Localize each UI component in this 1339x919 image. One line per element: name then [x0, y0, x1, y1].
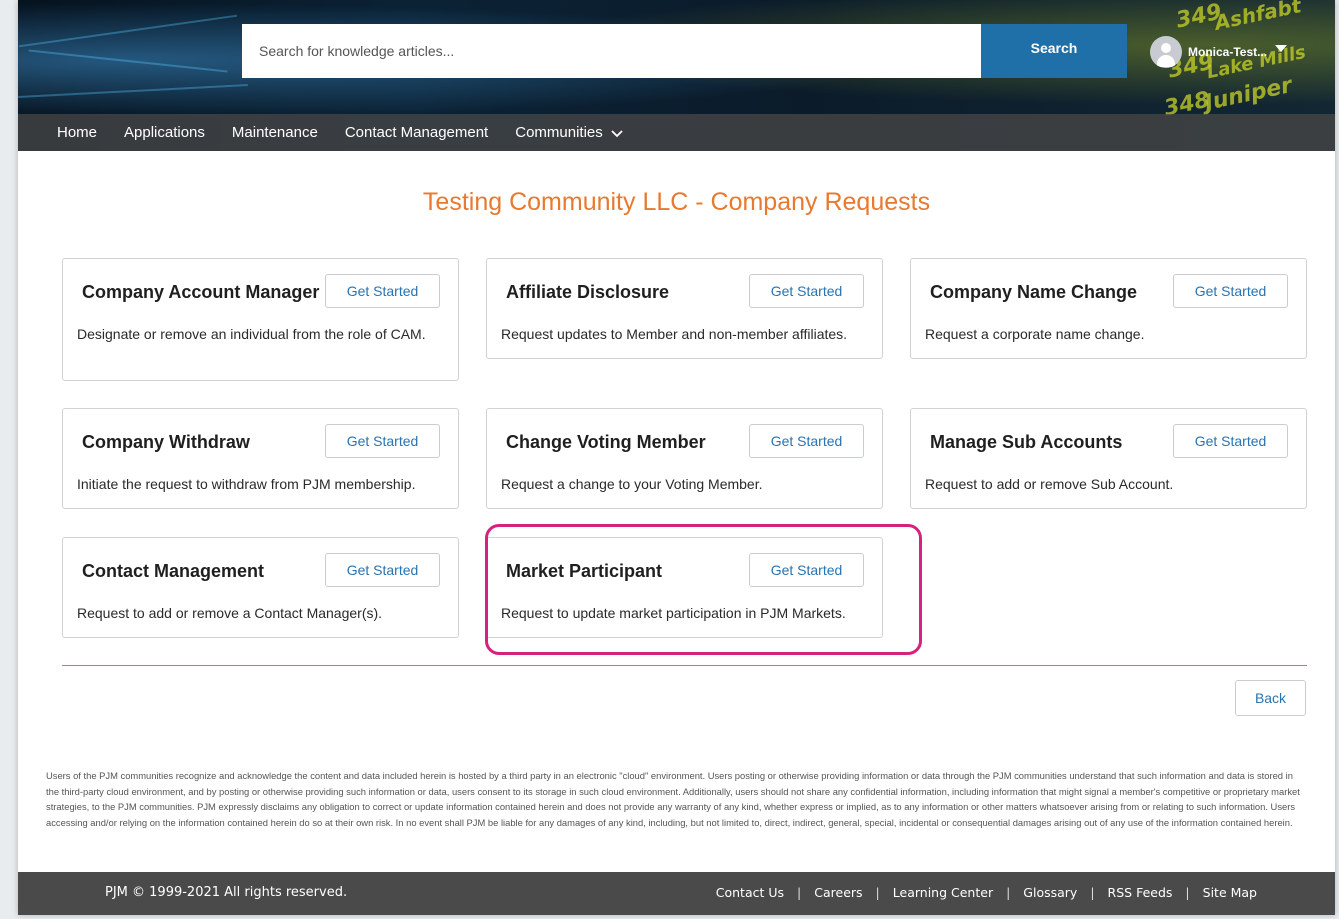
page: 349 Ashfabt 349 Lake Mills 348 Juniper S… [18, 0, 1335, 915]
get-started-button[interactable]: Get Started [749, 553, 864, 587]
request-card-manage-sub-accounts: Manage Sub Accounts Get Started Request … [910, 408, 1307, 509]
page-title: Testing Community LLC - Company Requests [422, 188, 931, 216]
get-started-button[interactable]: Get Started [325, 424, 440, 458]
header-banner: 349 Ashfabt 349 Lake Mills 348 Juniper S… [18, 0, 1335, 151]
nav-item-communities[interactable]: Communities [515, 124, 623, 141]
avatar-body-shape [1157, 55, 1175, 67]
nav-item-label: Communities [515, 124, 603, 141]
banner-ticker-text: Ashfabt [1212, 0, 1304, 35]
main-nav: Home Applications Maintenance Contact Ma… [18, 114, 1335, 151]
nav-item-contact-management[interactable]: Contact Management [345, 124, 488, 141]
banner-streak [18, 14, 238, 48]
footer-link-contact-us[interactable]: Contact Us [716, 885, 784, 900]
footer-link-glossary[interactable]: Glossary [1023, 885, 1077, 900]
copyright-text: PJM © 1999-2021 All rights reserved. [105, 885, 348, 900]
banner-streak [28, 49, 228, 73]
nav-item-label: Applications [124, 124, 205, 141]
card-description: Request a change to your Voting Member. [501, 476, 763, 492]
search-input[interactable] [242, 24, 982, 78]
card-description: Initiate the request to withdraw from PJ… [77, 476, 416, 492]
banner-streak [18, 83, 248, 99]
footer-link-careers[interactable]: Careers [814, 885, 862, 900]
card-description: Designate or remove an individual from t… [77, 326, 426, 342]
get-started-button[interactable]: Get Started [749, 274, 864, 308]
card-description: Request to add or remove a Contact Manag… [77, 605, 383, 621]
search-button[interactable]: Search [981, 24, 1127, 78]
card-title: Change Voting Member [506, 432, 706, 452]
nav-item-label: Contact Management [344, 124, 489, 141]
user-name[interactable]: Monica-Test... [1188, 45, 1267, 59]
footer-separator: | [1185, 885, 1190, 900]
get-started-button[interactable]: Get Started [749, 424, 864, 458]
caret-down-icon[interactable] [1275, 44, 1288, 52]
user-menu[interactable]: Monica-Test... [1150, 36, 1288, 68]
card-title: Company Name Change [930, 282, 1138, 302]
footer-separator: | [797, 885, 802, 900]
get-started-button[interactable]: Get Started [325, 553, 440, 587]
card-description: Request a corporate name change. [925, 326, 1145, 342]
request-card-company-withdraw: Company Withdraw Get Started Initiate th… [62, 408, 459, 509]
footer-separator: | [875, 885, 880, 900]
card-title: Company Account Manager [82, 282, 320, 302]
card-description: Request to update market participation i… [501, 605, 846, 621]
card-title: Manage Sub Accounts [930, 432, 1123, 452]
footer-links: Contact Us | Careers | Learning Center |… [716, 885, 1257, 900]
footer-link-learning-center[interactable]: Learning Center [893, 885, 993, 900]
nav-item-label: Home [57, 124, 98, 141]
card-description: Request to add or remove Sub Account. [925, 476, 1174, 492]
request-card-contact-management: Contact Management Get Started Request t… [62, 537, 459, 638]
get-started-button[interactable]: Get Started [325, 274, 440, 308]
get-started-button[interactable]: Get Started [1173, 274, 1288, 308]
nav-item-applications[interactable]: Applications [124, 124, 205, 141]
screenshot-frame: 349 Ashfabt 349 Lake Mills 348 Juniper S… [0, 0, 1339, 919]
avatar-icon[interactable] [1150, 36, 1182, 68]
avatar-head-shape [1161, 43, 1171, 53]
footer: PJM © 1999-2021 All rights reserved. Con… [18, 872, 1335, 915]
card-title: Company Withdraw [82, 432, 250, 452]
request-card-affiliate-disclosure: Affiliate Disclosure Get Started Request… [486, 258, 883, 359]
search-box [242, 24, 982, 78]
request-card-company-account-manager: Company Account Manager Get Started Desi… [62, 258, 459, 381]
get-started-button[interactable]: Get Started [1173, 424, 1288, 458]
nav-item-home[interactable]: Home [57, 124, 97, 141]
request-card-company-name-change: Company Name Change Get Started Request … [910, 258, 1307, 359]
footer-link-site-map[interactable]: Site Map [1203, 885, 1257, 900]
back-button[interactable]: Back [1235, 680, 1306, 716]
footer-link-rss-feeds[interactable]: RSS Feeds [1108, 885, 1173, 900]
card-title: Affiliate Disclosure [506, 282, 670, 302]
card-description: Request updates to Member and non-member… [501, 326, 848, 342]
chevron-down-icon [611, 129, 623, 137]
request-card-market-participant: Market Participant Get Started Request t… [486, 537, 883, 638]
nav-item-label: Maintenance [231, 124, 318, 141]
request-card-change-voting-member: Change Voting Member Get Started Request… [486, 408, 883, 509]
divider [62, 665, 1307, 666]
footer-separator: | [1006, 885, 1011, 900]
nav-item-maintenance[interactable]: Maintenance [232, 124, 318, 141]
footer-separator: | [1090, 885, 1095, 900]
disclaimer-text: Users of the PJM communities recognize a… [46, 770, 1300, 828]
card-title: Contact Management [82, 561, 265, 581]
card-title: Market Participant [506, 561, 663, 581]
